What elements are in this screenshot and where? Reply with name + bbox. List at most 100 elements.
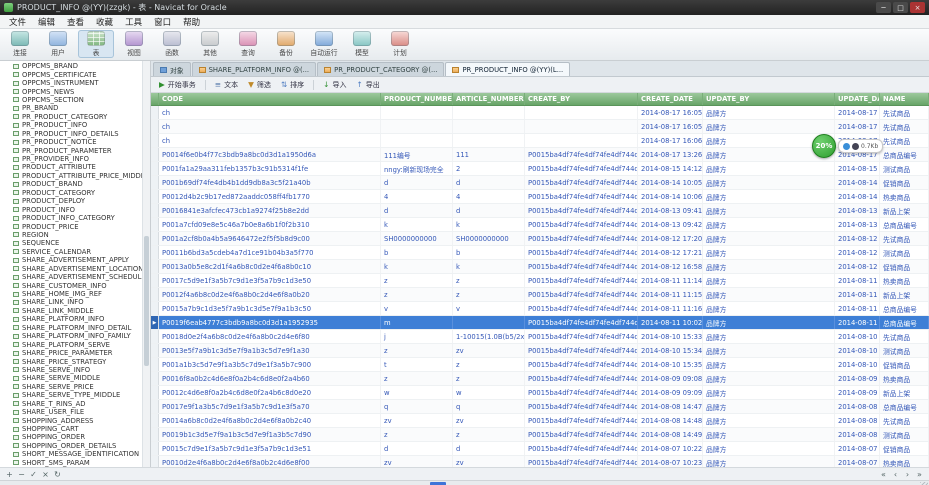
row-selector[interactable] <box>151 428 159 441</box>
cell-update_by[interactable]: 品牌方 <box>703 260 835 273</box>
first-record-icon[interactable]: « <box>878 469 889 480</box>
table-row[interactable]: ch2014-08-17 16:05:21品牌方2014-08-17 16:05… <box>151 106 929 120</box>
cell-create_by[interactable]: P0015ba4df74fe4df74fe4df744db4b1d <box>525 190 638 203</box>
table-row[interactable]: P001fa1a29aa311feb1357b3c91b5314f1fenngy… <box>151 162 929 176</box>
apply-changes-icon[interactable]: ✓ <box>28 469 39 480</box>
cell-create_date[interactable]: 2014-08-17 16:05:43 <box>638 120 703 133</box>
cell-update_by[interactable]: 品牌方 <box>703 162 835 175</box>
cell-product_number[interactable]: m <box>381 316 453 329</box>
cell-article_number[interactable]: b <box>453 246 525 259</box>
cell-product_number[interactable]: q <box>381 400 453 413</box>
cell-create_date[interactable]: 2014-08-12 17:21:19 <box>638 246 703 259</box>
sidebar-item-product_deploy[interactable]: PRODUCT_DEPLOY <box>0 197 150 205</box>
row-selector[interactable]: ▶ <box>151 316 159 329</box>
sidebar-item-product_category[interactable]: PRODUCT_CATEGORY <box>0 189 150 197</box>
cell-code[interactable]: P0015a7b9c1d3e5f7a9b1c3d5e7f9a1b3c50 <box>159 302 381 315</box>
cell-create_date[interactable]: 2014-08-12 17:20:44 <box>638 232 703 245</box>
cell-article_number[interactable]: z <box>453 428 525 441</box>
row-selector[interactable] <box>151 358 159 371</box>
sidebar-item-share_platform_info[interactable]: SHARE_PLATFORM_INFO <box>0 315 150 323</box>
cell-create_by[interactable]: P0015ba4df74fe4df74fe4df744db4b1d <box>525 302 638 315</box>
cell-name[interactable]: 总商品编号 <box>880 316 929 329</box>
cell-create_by[interactable]: P0015ba4df74fe4df74fe4df744db4b1d <box>525 330 638 343</box>
cell-code[interactable]: P0010d2e4f6a8b0c2d4e6f8a0b2c4d6e8f00 <box>159 456 381 467</box>
table-row[interactable]: P0019b1c3d5e7f9a1b3c5d7e9f1a3b5c7d90zzP0… <box>151 428 929 442</box>
export-button[interactable]: ↑ 导出 <box>352 79 383 91</box>
cell-article_number[interactable]: zv <box>453 456 525 467</box>
sidebar-item-product_info[interactable]: PRODUCT_INFO <box>0 205 150 213</box>
cell-product_number[interactable]: d <box>381 204 453 217</box>
cell-create_by[interactable]: P0015ba4df74fe4df74fe4df744db4b1d <box>525 260 638 273</box>
table-row[interactable]: P0013e5f7a9b1c3d5e7f9a1b3c5d7e9f1a30zzvP… <box>151 344 929 358</box>
cell-product_number[interactable]: zv <box>381 414 453 427</box>
sidebar-item-pr_product_parameter[interactable]: PR_PRODUCT_PARAMETER <box>0 146 150 154</box>
cell-create_date[interactable]: 2014-08-10 15:35:02 <box>638 358 703 371</box>
sidebar-item-pr_product_notice[interactable]: PR_PRODUCT_NOTICE <box>0 138 150 146</box>
cell-create_date[interactable]: 2014-08-07 10:23:31 <box>638 456 703 467</box>
row-selector[interactable] <box>151 106 159 119</box>
cell-update_date[interactable]: 2014-08-11 11:16:48 <box>835 302 880 315</box>
cell-update_date[interactable]: 2014-08-15 14:12:33 <box>835 162 880 175</box>
cell-code[interactable]: P0016841e3afcfec473cb1a9274f25b8e2dd <box>159 204 381 217</box>
row-selector[interactable] <box>151 400 159 413</box>
row-selector[interactable] <box>151 302 159 315</box>
cell-product_number[interactable]: zv <box>381 456 453 467</box>
cell-create_by[interactable] <box>525 134 638 147</box>
sidebar-item-oppcms_section[interactable]: OPPCMS_SECTION <box>0 96 150 104</box>
cell-article_number[interactable]: 1-10015(1.0B(b5/2x2) <box>453 330 525 343</box>
tab-table-2[interactable]: PR_PRODUCT_CATEGORY @(... <box>317 62 444 76</box>
cell-update_date[interactable]: 2014-08-08 14:47:23 <box>835 400 880 413</box>
cell-update_date[interactable]: 2014-08-07 10:23:31 <box>835 456 880 467</box>
cell-update_by[interactable]: 品牌方 <box>703 274 835 287</box>
cell-code[interactable]: ch <box>159 106 381 119</box>
cell-update_by[interactable]: 品牌方 <box>703 246 835 259</box>
title-bar[interactable]: PRODUCT_INFO @(YY)(zzgk) - 表 - Navicat f… <box>0 0 929 15</box>
previous-record-icon[interactable]: ‹ <box>890 469 901 480</box>
cell-code[interactable]: P001b69df74fe4db4b1dd9db8a3c5f21a40b <box>159 176 381 189</box>
cell-update_date[interactable]: 2014-08-08 14:48:07 <box>835 414 880 427</box>
table-row[interactable]: P0017e9f1a3b5c7d9e1f3a5b7c9d1e3f5a70qqP0… <box>151 400 929 414</box>
cell-update_by[interactable]: 品牌方 <box>703 358 835 371</box>
row-selector[interactable] <box>151 162 159 175</box>
cell-update_date[interactable]: 2014-08-13 09:42:30 <box>835 218 880 231</box>
cell-code[interactable]: P0012f4a6b8c0d2e4f6a8b0c2d4e6f8a0b20 <box>159 288 381 301</box>
row-selector[interactable] <box>151 176 159 189</box>
cell-create_date[interactable]: 2014-08-10 15:33:50 <box>638 330 703 343</box>
cell-create_date[interactable]: 2014-08-13 09:42:30 <box>638 218 703 231</box>
cell-code[interactable]: P0013a0b5e8c2d1f4a6b8c0d2e4f6a8b0c10 <box>159 260 381 273</box>
menu-item-7[interactable]: 帮助 <box>177 16 206 28</box>
cell-code[interactable]: P001a1b3c5d7e9f1a3b5c7d9e1f3a5b7c900 <box>159 358 381 371</box>
transaction-button[interactable]: ▶ 开始事务 <box>155 79 200 91</box>
cell-create_date[interactable]: 2014-08-10 15:34:26 <box>638 344 703 357</box>
table-row[interactable]: P0015c7d9e1f3a5b7c9d1e3f5a7b9c1d3e51ddP0… <box>151 442 929 456</box>
sidebar-item-share_price_strategy[interactable]: SHARE_PRICE_STRATEGY <box>0 357 150 365</box>
cell-article_number[interactable]: 111 <box>453 148 525 161</box>
cell-code[interactable]: P0011b6bd3a5cdeb4a7d1ce91b04b3a5f770 <box>159 246 381 259</box>
cell-article_number[interactable]: d <box>453 442 525 455</box>
table-row[interactable]: P0014a6b8c0d2e4f6a8b0c2d4e6f8a0b2c40zvzv… <box>151 414 929 428</box>
cell-update_date[interactable]: 2014-08-14 10:06:02 <box>835 190 880 203</box>
column-header-article_number[interactable]: ARTICLE_NUMBER <box>453 93 525 105</box>
cell-product_number[interactable]: b <box>381 246 453 259</box>
cell-code[interactable]: P001a2cf8b0a4b5a9646472e2f5f5b8d9c00 <box>159 232 381 245</box>
sidebar-item-oppcms_brand[interactable]: OPPCMS_BRAND <box>0 62 150 70</box>
add-record-icon[interactable]: + <box>4 469 15 480</box>
cell-name[interactable]: 总商品编号 <box>880 148 929 161</box>
sidebar-item-service_calendar[interactable]: SERVICE_CALENDAR <box>0 248 150 256</box>
cell-update_by[interactable]: 品牌方 <box>703 330 835 343</box>
menu-item-1[interactable]: 文件 <box>3 16 32 28</box>
cell-update_date[interactable]: 2014-08-08 14:49:36 <box>835 428 880 441</box>
cell-update_date[interactable]: 2014-08-09 09:08:14 <box>835 372 880 385</box>
sidebar-item-share_home_img_ref[interactable]: SHARE_HOME_IMG_REF <box>0 290 150 298</box>
cell-product_number[interactable] <box>381 120 453 133</box>
cell-update_date[interactable]: 2014-08-12 17:21:19 <box>835 246 880 259</box>
row-selector[interactable] <box>151 260 159 273</box>
row-selector[interactable] <box>151 288 159 301</box>
sidebar-item-share_platform_serve[interactable]: SHARE_PLATFORM_SERVE <box>0 340 150 348</box>
table-row[interactable]: P0015a7b9c1d3e5f7a9b1c3d5e7f9a1b3c50vvP0… <box>151 302 929 316</box>
cell-article_number[interactable]: zv <box>453 344 525 357</box>
cell-update_by[interactable]: 品牌方 <box>703 456 835 467</box>
sidebar-item-pr_provider_info[interactable]: PR_PROVIDER_INFO <box>0 155 150 163</box>
column-header-update_by[interactable]: UPDATE_BY <box>703 93 835 105</box>
cell-name[interactable]: 测试商品 <box>880 428 929 441</box>
